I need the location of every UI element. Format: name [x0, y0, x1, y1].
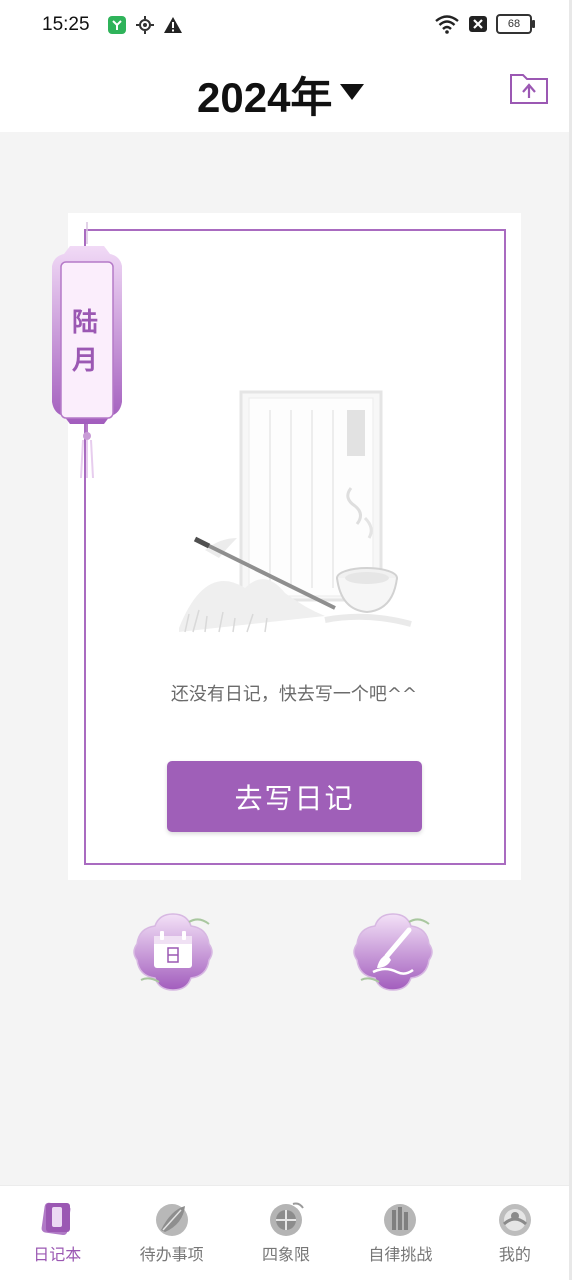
empty-state-message: 还没有日记，快去写一个吧^^ [170, 684, 418, 705]
tab-todo[interactable]: 待办事项 [114, 1186, 228, 1281]
quadrant-icon [270, 1202, 304, 1236]
tab-profile[interactable]: 我的 [458, 1186, 572, 1281]
tab-challenge[interactable]: 自律挑战 [343, 1186, 457, 1281]
status-bar: 15:25 68 [0, 0, 572, 52]
diary-book-icon [41, 1202, 71, 1236]
tab-label: 自律挑战 [368, 1245, 433, 1264]
location-icon [136, 16, 154, 34]
year-selector[interactable]: 2024年 [197, 64, 365, 125]
bottom-tab-bar: 日记本 待办事项 四象限 自律挑战 我的 [0, 1185, 572, 1281]
app-header: 2024年 [0, 52, 572, 132]
cloud-upload-icon[interactable] [508, 68, 550, 106]
year-label: 2024年 [197, 74, 333, 121]
battery-icon: 68 [496, 14, 535, 34]
warning-icon [164, 17, 182, 33]
profile-icon [498, 1204, 531, 1236]
tab-label: 待办事项 [139, 1245, 204, 1264]
status-time: 15:25 [42, 14, 90, 35]
challenge-icon [384, 1204, 417, 1236]
empty-diary-illustration [179, 390, 412, 633]
calendar-icon[interactable] [131, 910, 215, 994]
month-label: 陆 月 [71, 308, 100, 376]
status-right-group: 68 [434, 14, 535, 34]
tab-label: 日记本 [33, 1245, 82, 1264]
app-notification-icon [108, 16, 126, 34]
tab-label: 我的 [498, 1245, 531, 1264]
brush-icon[interactable] [351, 910, 435, 994]
tab-label: 四象限 [262, 1245, 311, 1264]
write-diary-button[interactable]: 去写日记 [167, 761, 422, 832]
tab-diary[interactable]: 日记本 [0, 1186, 114, 1281]
tab-quadrant[interactable]: 四象限 [229, 1186, 343, 1281]
wifi-icon [435, 15, 459, 34]
todo-leaf-icon [155, 1204, 188, 1236]
caret-down-icon [340, 83, 365, 100]
no-sim-icon [469, 16, 487, 32]
